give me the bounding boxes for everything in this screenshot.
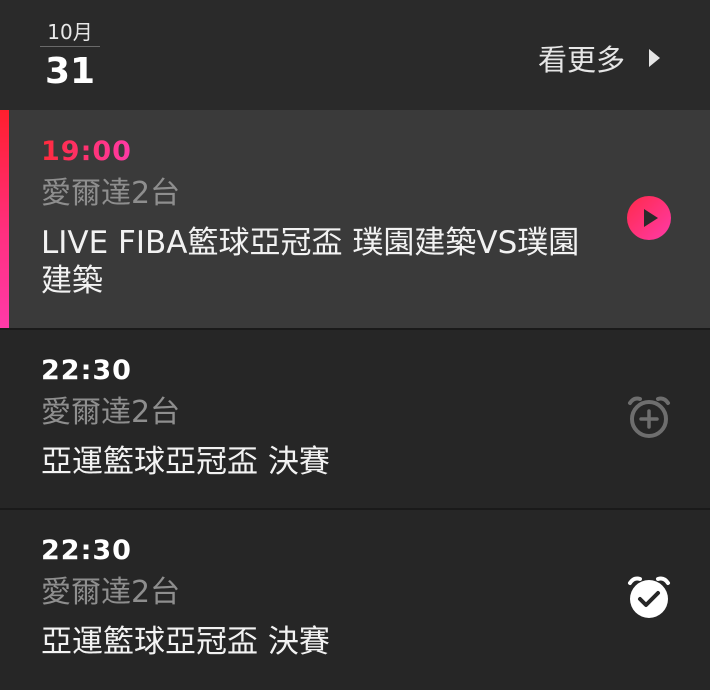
chevron-right-icon xyxy=(649,49,660,67)
program-title: 亞運籃球亞冠盃 決賽 xyxy=(41,624,330,660)
schedule-header: 10月 31 看更多 xyxy=(0,0,710,110)
alarm-add-icon[interactable] xyxy=(626,394,672,440)
program-row[interactable]: 19:00 愛爾達2台 LIVE FIBA籃球亞冠盃 璞園建築VS璞園建築 xyxy=(0,110,710,328)
program-channel: 愛爾達2台 xyxy=(41,176,181,211)
program-time: 22:30 xyxy=(41,355,132,386)
see-more-button[interactable]: 看更多 xyxy=(538,38,660,78)
program-row[interactable]: 22:30 愛爾達2台 亞運籃球亞冠盃 決賽 xyxy=(0,328,710,508)
program-title: 亞運籃球亞冠盃 決賽 xyxy=(41,444,330,480)
program-time: 19:00 xyxy=(41,110,132,171)
live-indicator-bar xyxy=(0,110,9,328)
play-icon[interactable] xyxy=(626,195,672,241)
program-row[interactable]: 22:30 愛爾達2台 亞運籃球亞冠盃 決賽 xyxy=(0,508,710,688)
date-day: 31 xyxy=(44,51,96,92)
date-badge: 10月 31 xyxy=(40,18,100,97)
program-channel: 愛爾達2台 xyxy=(41,575,181,610)
program-title: LIVE FIBA籃球亞冠盃 璞園建築VS璞園建築 xyxy=(41,225,580,299)
date-month: 10月 xyxy=(40,18,100,47)
program-time: 22:30 xyxy=(41,535,132,566)
program-channel: 愛爾達2台 xyxy=(41,395,181,430)
see-more-label: 看更多 xyxy=(537,43,625,77)
alarm-check-icon[interactable] xyxy=(626,574,672,620)
